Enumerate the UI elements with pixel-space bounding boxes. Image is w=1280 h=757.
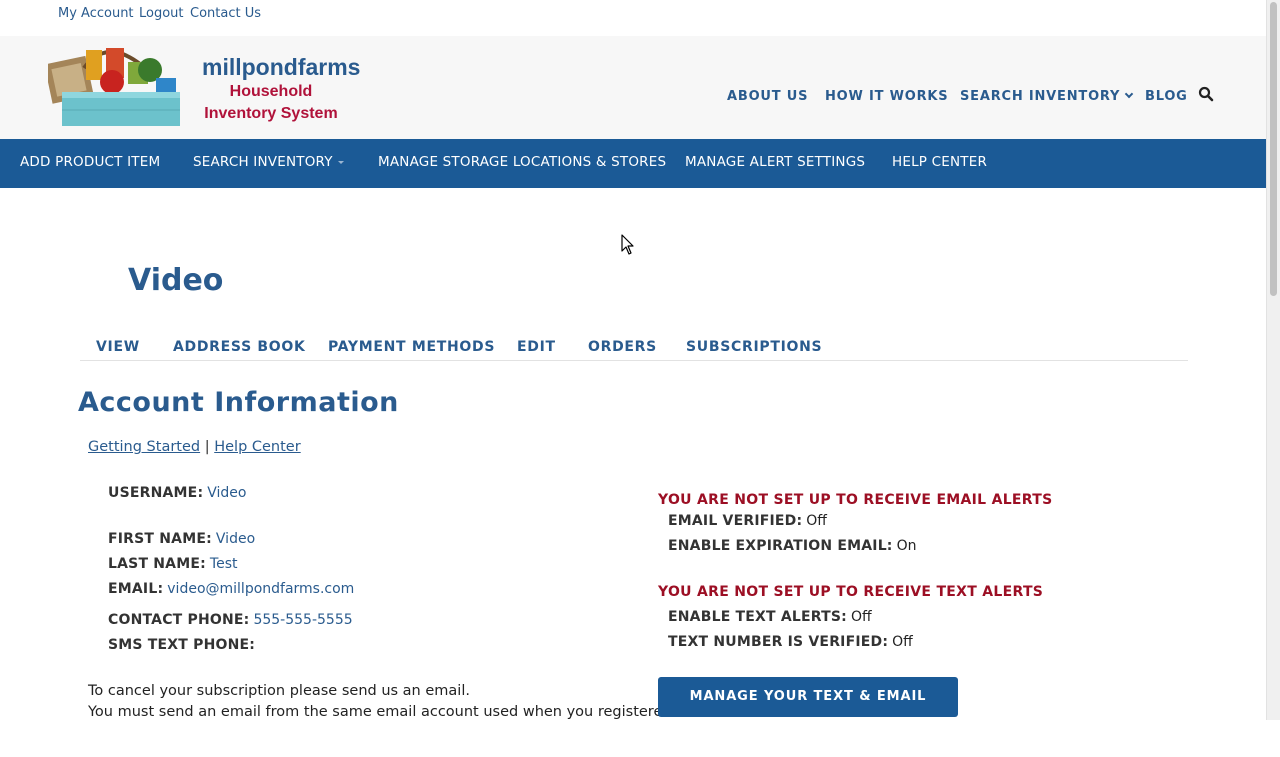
tab-orders[interactable]: ORDERS [588, 339, 657, 355]
my-account-link[interactable]: My Account [58, 6, 134, 21]
tab-edit[interactable]: EDIT [517, 339, 556, 355]
last-name-value: Test [209, 556, 238, 572]
topnav-how-it-works[interactable]: HOW IT WORKS [825, 89, 948, 104]
first-name-label: FIRST NAME: [108, 531, 212, 547]
search-icon[interactable] [1198, 86, 1214, 102]
chevron-down-icon [1124, 89, 1134, 99]
logo-basket-icon[interactable] [48, 42, 188, 130]
vertical-scrollbar[interactable] [1266, 0, 1280, 720]
mouse-cursor-icon [621, 234, 634, 255]
nav-help-center[interactable]: HELP CENTER [892, 154, 987, 170]
text-verified-row: TEXT NUMBER IS VERIFIED: Off [668, 634, 913, 650]
contact-us-link[interactable]: Contact Us [190, 6, 261, 21]
email-note: You must send an email from the same ema… [88, 704, 677, 720]
enable-text-label: ENABLE TEXT ALERTS: [668, 609, 847, 625]
text-verified-label: TEXT NUMBER IS VERIFIED: [668, 634, 889, 650]
topnav-search-inventory-label: SEARCH INVENTORY [960, 89, 1121, 104]
email-verified-label: EMAIL VERIFIED: [668, 513, 803, 529]
nav-manage-alert-settings[interactable]: MANAGE ALERT SETTINGS [685, 154, 865, 170]
email-verified-row: EMAIL VERIFIED: Off [668, 513, 827, 529]
topnav-about-us[interactable]: ABOUT US [727, 89, 808, 104]
username-row: USERNAME: Video [108, 485, 246, 501]
expiration-email-value: On [896, 538, 917, 554]
utility-bar: My Account Logout Contact Us [0, 0, 1266, 36]
email-value: video@millpondfarms.com [167, 581, 355, 597]
sms-phone-label: SMS TEXT PHONE: [108, 637, 256, 653]
link-separator: | [204, 439, 210, 455]
page-title: Video [128, 263, 224, 298]
contact-phone-value: 555-555-5555 [253, 612, 353, 628]
last-name-label: LAST NAME: [108, 556, 206, 572]
account-tabs: VIEW ADDRESS BOOK PAYMENT METHODS EDIT O… [80, 338, 1188, 361]
brand-subtitle-line2: Inventory System [204, 105, 338, 122]
first-name-value: Video [215, 531, 256, 547]
username-value: Video [207, 485, 247, 501]
last-name-row: LAST NAME: Test [108, 556, 238, 572]
email-row: EMAIL: video@millpondfarms.com [108, 581, 354, 597]
enable-text-row: ENABLE TEXT ALERTS: Off [668, 609, 872, 625]
getting-started-link[interactable]: Getting Started [88, 439, 200, 455]
enable-text-value: Off [850, 609, 872, 625]
topnav-blog[interactable]: BLOG [1145, 89, 1188, 104]
expiration-email-label: ENABLE EXPIRATION EMAIL: [668, 538, 893, 554]
brand-subtitle-line1: Household [229, 83, 313, 100]
site-header: millpondfarms Household Inventory System… [0, 36, 1266, 139]
help-center-link[interactable]: Help Center [214, 439, 300, 455]
expiration-email-row: ENABLE EXPIRATION EMAIL: On [668, 538, 917, 554]
tab-view[interactable]: VIEW [96, 339, 140, 355]
scrollbar-thumb[interactable] [1270, 2, 1277, 296]
tab-address-book[interactable]: ADDRESS BOOK [173, 339, 306, 355]
topnav-search-inventory[interactable]: SEARCH INVENTORY [960, 89, 1134, 104]
manage-alerts-button[interactable]: MANAGE YOUR TEXT & EMAIL ALERTS [658, 677, 958, 744]
brand-name: millpondfarms [202, 54, 361, 80]
text-alerts-heading: YOU ARE NOT SET UP TO RECEIVE TEXT ALERT… [658, 584, 1044, 600]
cancel-note: To cancel your subscription please send … [88, 683, 470, 699]
help-links: Getting Started | Help Center [88, 439, 301, 455]
tab-payment-methods[interactable]: PAYMENT METHODS [328, 339, 495, 355]
main-nav: ADD PRODUCT ITEM SEARCH INVENTORY MANAGE… [0, 139, 1266, 188]
nav-add-product-item[interactable]: ADD PRODUCT ITEM [20, 154, 160, 170]
email-alerts-heading: YOU ARE NOT SET UP TO RECEIVE EMAIL ALER… [658, 492, 1053, 508]
caret-down-icon [337, 161, 344, 164]
contact-phone-row: CONTACT PHONE: 555-555-5555 [108, 612, 353, 628]
nav-search-inventory-label: SEARCH INVENTORY [193, 154, 333, 170]
email-verified-value: Off [806, 513, 827, 529]
text-verified-value: Off [892, 634, 913, 650]
username-label: USERNAME: [108, 485, 204, 501]
contact-phone-label: CONTACT PHONE: [108, 612, 250, 628]
nav-manage-storage[interactable]: MANAGE STORAGE LOCATIONS & STORES [378, 154, 666, 170]
first-name-row: FIRST NAME: Video [108, 531, 255, 547]
tab-subscriptions[interactable]: SUBSCRIPTIONS [686, 339, 822, 355]
section-title: Account Information [78, 387, 399, 418]
nav-search-inventory[interactable]: SEARCH INVENTORY [193, 154, 344, 170]
logout-link[interactable]: Logout [139, 6, 184, 21]
sms-phone-row: SMS TEXT PHONE: [108, 637, 259, 653]
brand[interactable]: millpondfarms Household Inventory System [202, 54, 360, 125]
email-label: EMAIL: [108, 581, 164, 597]
